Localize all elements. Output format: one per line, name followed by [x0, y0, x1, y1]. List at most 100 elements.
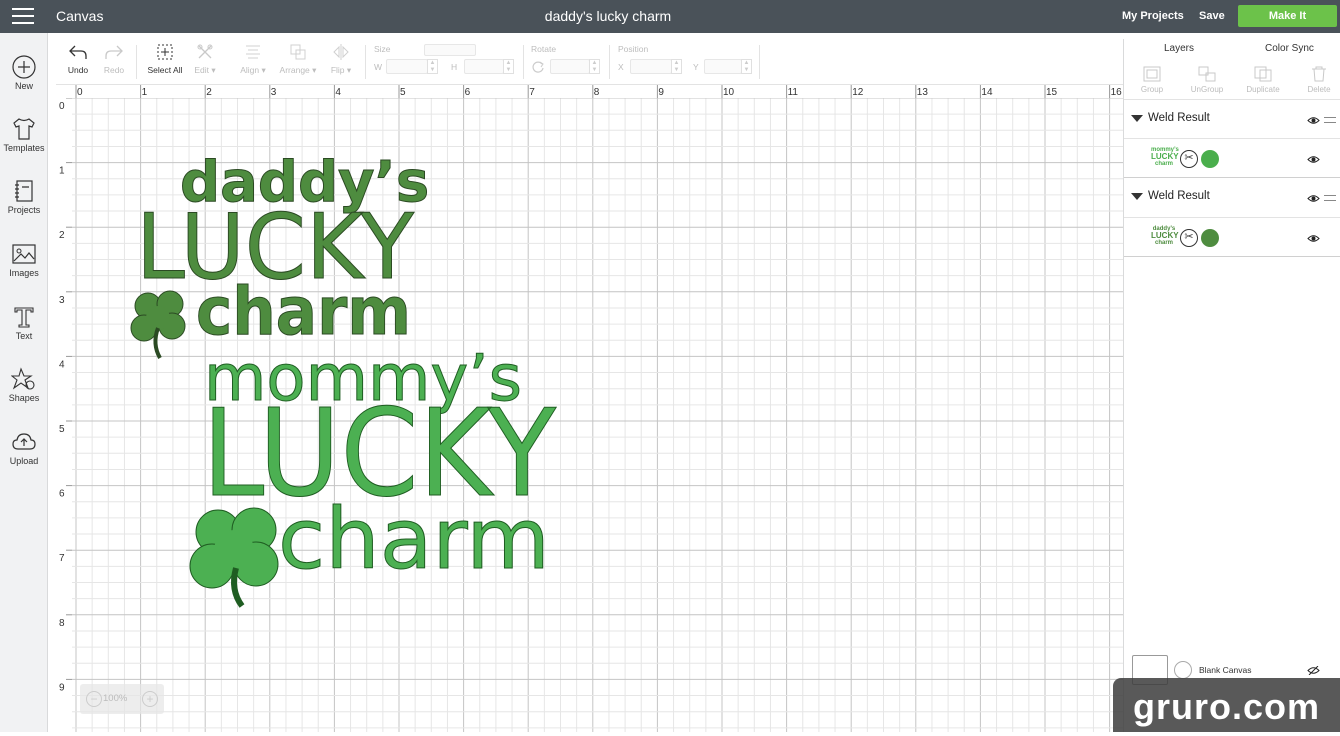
sidebar-item-label: Upload: [9, 456, 39, 466]
ruler-label: 2: [206, 87, 212, 98]
delete-label: Delete: [1307, 85, 1331, 94]
layer-group-weld-result-1[interactable]: Weld Result: [1124, 99, 1340, 139]
shamrock-icon: [189, 507, 279, 608]
collapse-triangle-icon[interactable]: [1131, 193, 1143, 200]
eye-hidden-icon[interactable]: [1307, 666, 1320, 675]
drag-handle-icon[interactable]: [1324, 195, 1336, 201]
ruler-label: 5: [59, 424, 65, 435]
x-position-field[interactable]: [630, 59, 672, 74]
left-ruler-ticks: 0 1 2 3 4 5 6 7 8 9: [59, 98, 72, 693]
redo-icon: [105, 45, 123, 59]
redo-label: Redo: [103, 65, 125, 75]
ruler-label: 0: [59, 101, 65, 112]
rotate-field[interactable]: [550, 59, 590, 74]
edit-scissors-icon: [197, 44, 213, 59]
group-button[interactable]: Group: [1130, 66, 1174, 94]
tab-color-sync[interactable]: Color Sync: [1265, 43, 1314, 54]
flip-menu[interactable]: Flip ▾: [326, 43, 356, 76]
y-position-stepper[interactable]: ▲ ▼: [741, 59, 752, 74]
width-label: W: [374, 62, 383, 72]
layer-color-swatch[interactable]: [1201, 150, 1219, 168]
cut-operation-icon[interactable]: ✂: [1180, 150, 1198, 168]
ruler-label: 1: [142, 87, 148, 98]
left-ruler: 0 1 2 3 4 5 6 7 8 9: [56, 98, 72, 732]
zoom-out-button[interactable]: −: [86, 691, 102, 707]
collapse-triangle-icon[interactable]: [1131, 115, 1143, 122]
zoom-in-button[interactable]: +: [142, 691, 158, 707]
height-stepper[interactable]: ▲ ▼: [503, 59, 514, 74]
width-field[interactable]: [386, 59, 428, 74]
save-button[interactable]: Save: [1199, 10, 1225, 22]
ruler-label: 15: [1046, 87, 1058, 98]
x-position-stepper[interactable]: ▲ ▼: [671, 59, 682, 74]
ruler-label: 12: [852, 87, 864, 98]
delete-button[interactable]: Delete: [1297, 66, 1340, 94]
sidebar-item-shapes[interactable]: Shapes: [0, 367, 48, 403]
width-stepper[interactable]: ▲ ▼: [427, 59, 438, 74]
height-field[interactable]: [464, 59, 504, 74]
lock-aspect-toggle[interactable]: [424, 44, 476, 56]
layer-color-swatch[interactable]: [1201, 229, 1219, 247]
layer-group-name: Weld Result: [1148, 112, 1210, 124]
layer-item-mommy[interactable]: mommy’s LUCKY charm ✂: [1124, 139, 1340, 178]
cut-operation-icon[interactable]: ✂: [1180, 229, 1198, 247]
layers-panel: Layers Color Sync Group UnGroup Duplicat…: [1123, 39, 1340, 732]
group-label: Group: [1140, 85, 1164, 94]
edit-toolbar: Undo Redo Select All Edit ▾ Align ▾ Arra…: [56, 39, 1124, 85]
x-label: X: [618, 62, 624, 72]
eye-icon[interactable]: [1307, 155, 1320, 164]
redo-button[interactable]: Redo: [100, 43, 128, 75]
duplicate-button[interactable]: Duplicate: [1241, 66, 1285, 94]
select-all-button[interactable]: Select All: [144, 43, 186, 75]
height-label: H: [451, 62, 458, 72]
notebook-icon: [15, 180, 33, 202]
layer-item-daddy[interactable]: daddy’s LUCKY charm ✂: [1124, 218, 1340, 257]
eye-icon[interactable]: [1307, 234, 1320, 243]
undo-button[interactable]: Undo: [64, 43, 92, 75]
mommys-lucky-charm-design[interactable]: mommy’s LUCKY charm: [189, 342, 557, 608]
ruler-label: 5: [400, 87, 406, 98]
flip-icon: [333, 44, 349, 60]
ruler-label: 2: [59, 230, 65, 241]
arrange-menu[interactable]: Arrange ▾: [276, 43, 320, 76]
sidebar-item-label: Templates: [3, 143, 45, 153]
layer-thumbnail: daddy’s LUCKY charm: [1151, 226, 1179, 248]
flip-label: Flip: [330, 65, 345, 75]
edit-menu[interactable]: Edit ▾: [190, 43, 220, 76]
ruler-label: 11: [788, 87, 799, 98]
sidebar-item-images[interactable]: Images: [0, 242, 48, 278]
sidebar-item-projects[interactable]: Projects: [0, 179, 48, 215]
mommy-charm-text: charm: [278, 490, 550, 588]
make-it-button[interactable]: Make It: [1238, 5, 1337, 27]
design-artwork[interactable]: daddy’s LUCKY charm mommy’s LUCKY charm: [72, 98, 1123, 732]
project-title[interactable]: daddy's lucky charm: [0, 8, 1216, 24]
design-canvas[interactable]: daddy’s LUCKY charm mommy’s LUCKY charm: [72, 98, 1123, 732]
eye-icon[interactable]: [1307, 194, 1320, 203]
daddys-lucky-charm-design[interactable]: daddy’s LUCKY charm: [130, 150, 430, 359]
ruler-label: 3: [59, 295, 65, 306]
drag-handle-icon[interactable]: [1324, 117, 1336, 123]
rotate-stepper[interactable]: ▲ ▼: [589, 59, 600, 74]
y-position-field[interactable]: [704, 59, 742, 74]
top-ruler: 0 1 2 3 4 5 6 7 8 9 10 11 12 13 14 15 16: [56, 85, 1124, 98]
my-projects-link[interactable]: My Projects: [1122, 10, 1184, 22]
sidebar-item-upload[interactable]: Upload: [0, 430, 48, 466]
position-label: Position: [618, 44, 649, 54]
sidebar-item-templates[interactable]: Templates: [0, 117, 48, 153]
select-all-label: Select All: [147, 65, 183, 75]
ungroup-button[interactable]: UnGroup: [1185, 66, 1229, 94]
ruler-label: 16: [1111, 87, 1123, 98]
trash-icon: [1312, 66, 1326, 82]
sidebar-item-text[interactable]: Text: [0, 305, 48, 341]
align-label: Align: [240, 65, 260, 75]
layer-group-weld-result-2[interactable]: Weld Result: [1124, 178, 1340, 218]
watermark: gruro.com: [1113, 678, 1340, 732]
sidebar-item-label: Shapes: [8, 393, 40, 403]
ruler-label: 10: [723, 87, 735, 98]
align-menu[interactable]: Align ▾: [236, 43, 270, 76]
sidebar-item-label: New: [14, 81, 33, 91]
sidebar-item-new[interactable]: New: [0, 55, 48, 91]
eye-icon[interactable]: [1307, 116, 1320, 125]
blank-canvas-color[interactable]: [1174, 661, 1192, 679]
tab-layers[interactable]: Layers: [1164, 43, 1194, 54]
